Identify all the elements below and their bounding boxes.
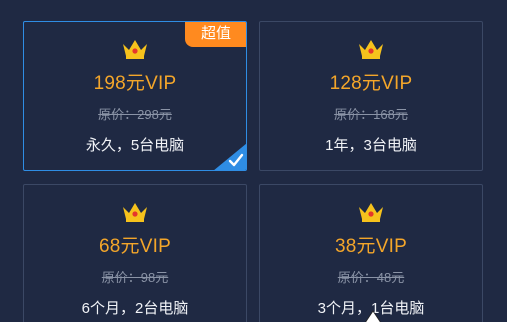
plan-price: 198元VIP bbox=[93, 73, 177, 94]
plan-price: 128元VIP bbox=[329, 73, 413, 94]
plan-card-198[interactable]: 超值 198元VIP 原价：298元 永久，5台电脑 bbox=[23, 21, 247, 171]
crown-icon bbox=[123, 203, 147, 222]
plan-card-68[interactable]: 68元VIP 原价：98元 6个月，2台电脑 bbox=[23, 184, 247, 322]
mouse-cursor-icon bbox=[365, 310, 381, 322]
crown-icon bbox=[359, 40, 383, 59]
plan-card-38[interactable]: 38元VIP 原价：48元 3个月，1台电脑 bbox=[259, 184, 483, 322]
plan-card-128[interactable]: 128元VIP 原价：168元 1年，3台电脑 bbox=[259, 21, 483, 171]
plan-description: 1年，3台电脑 bbox=[325, 137, 417, 154]
value-badge: 超值 bbox=[185, 22, 246, 47]
plan-description: 6个月，2台电脑 bbox=[81, 300, 189, 317]
original-price: 原价：168元 bbox=[334, 107, 408, 122]
original-price: 原价：298元 bbox=[98, 107, 172, 122]
plan-price: 68元VIP bbox=[99, 236, 171, 257]
original-price: 原价：48元 bbox=[337, 270, 405, 285]
original-price: 原价：98元 bbox=[101, 270, 169, 285]
plan-price: 38元VIP bbox=[335, 236, 407, 257]
selected-check-icon bbox=[214, 143, 246, 170]
vip-plan-panel: 超值 198元VIP 原价：298元 永久，5台电脑 128元VIP 原价：16… bbox=[0, 0, 507, 322]
crown-icon bbox=[123, 40, 147, 59]
crown-icon bbox=[359, 203, 383, 222]
